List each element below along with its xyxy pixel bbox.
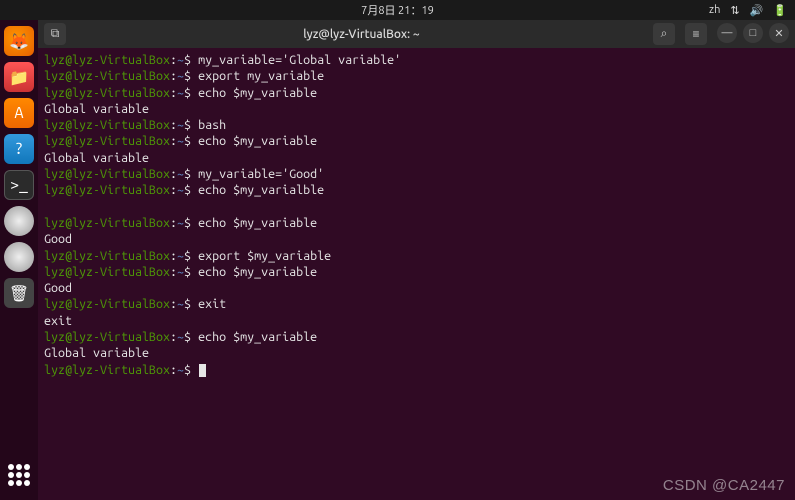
terminal-window: ⧉ lyz@lyz-VirtualBox: ~ ⌕ ≡ — □ ✕ lyz@ly… bbox=[38, 20, 795, 500]
prompt-user: lyz@lyz-VirtualBox bbox=[44, 167, 170, 181]
minimize-button[interactable]: — bbox=[717, 23, 737, 43]
dock: 🦊 📁 A ? >_ 🗑 bbox=[0, 20, 38, 500]
command-text: my_variable='Good' bbox=[198, 167, 324, 181]
search-button[interactable]: ⌕ bbox=[653, 23, 675, 45]
terminal-line: lyz@lyz-VirtualBox:~$ my_variable='Globa… bbox=[44, 52, 789, 68]
terminal-line: lyz@lyz-VirtualBox:~$ bash bbox=[44, 117, 789, 133]
watermark: CSDN @CA2447 bbox=[663, 477, 785, 494]
terminal-line: lyz@lyz-VirtualBox:~$ echo $my_variable bbox=[44, 264, 789, 280]
command-text: export my_variable bbox=[198, 69, 324, 83]
prompt-user: lyz@lyz-VirtualBox bbox=[44, 183, 170, 197]
output-text: Good bbox=[44, 280, 789, 296]
output-text: exit bbox=[44, 313, 789, 329]
command-text: echo $my_variable bbox=[198, 330, 317, 344]
dock-apps-icon[interactable] bbox=[4, 460, 34, 490]
terminal-line: lyz@lyz-VirtualBox:~$ echo $my_varialble bbox=[44, 182, 789, 198]
terminal-line: lyz@lyz-VirtualBox:~$ export my_variable bbox=[44, 68, 789, 84]
prompt-path: ~ bbox=[177, 249, 184, 263]
prompt-user: lyz@lyz-VirtualBox bbox=[44, 297, 170, 311]
prompt-user: lyz@lyz-VirtualBox bbox=[44, 69, 170, 83]
prompt-user: lyz@lyz-VirtualBox bbox=[44, 330, 170, 344]
dock-help-icon[interactable]: ? bbox=[4, 134, 34, 164]
new-tab-button[interactable]: ⧉ bbox=[44, 23, 66, 45]
terminal-line: lyz@lyz-VirtualBox:~$ export $my_variabl… bbox=[44, 248, 789, 264]
close-button[interactable]: ✕ bbox=[769, 23, 789, 43]
prompt-path: ~ bbox=[177, 53, 184, 67]
terminal-line: lyz@lyz-VirtualBox:~$ my_variable='Good' bbox=[44, 166, 789, 182]
menu-button[interactable]: ≡ bbox=[685, 23, 707, 45]
output-text: Good bbox=[44, 231, 789, 247]
command-text: exit bbox=[198, 297, 226, 311]
command-text: bash bbox=[198, 118, 226, 132]
prompt-user: lyz@lyz-VirtualBox bbox=[44, 363, 170, 377]
output-text bbox=[44, 199, 789, 215]
prompt-user: lyz@lyz-VirtualBox bbox=[44, 118, 170, 132]
command-text: echo $my_variable bbox=[198, 134, 317, 148]
command-text: export $my_variable bbox=[198, 249, 331, 263]
input-lang[interactable]: zh bbox=[709, 4, 720, 16]
dock-terminal-icon[interactable]: >_ bbox=[4, 170, 34, 200]
dock-trash-icon[interactable]: 🗑 bbox=[4, 278, 34, 308]
command-text: echo $my_variable bbox=[198, 216, 317, 230]
volume-icon[interactable]: 🔊 bbox=[750, 4, 764, 17]
output-text: Global variable bbox=[44, 101, 789, 117]
terminal-line: lyz@lyz-VirtualBox:~$ bbox=[44, 362, 789, 378]
prompt-path: ~ bbox=[177, 330, 184, 344]
cursor bbox=[199, 364, 206, 377]
prompt-path: ~ bbox=[177, 134, 184, 148]
network-icon[interactable]: ⇅ bbox=[730, 4, 739, 17]
prompt-path: ~ bbox=[177, 69, 184, 83]
terminal-line: lyz@lyz-VirtualBox:~$ exit bbox=[44, 296, 789, 312]
prompt-path: ~ bbox=[177, 86, 184, 100]
prompt-user: lyz@lyz-VirtualBox bbox=[44, 86, 170, 100]
dock-disk-icon[interactable] bbox=[4, 206, 34, 236]
battery-icon[interactable]: 🔋 bbox=[773, 4, 787, 17]
prompt-user: lyz@lyz-VirtualBox bbox=[44, 53, 170, 67]
prompt-path: ~ bbox=[177, 167, 184, 181]
terminal-line: lyz@lyz-VirtualBox:~$ echo $my_variable bbox=[44, 85, 789, 101]
dock-firefox-icon[interactable]: 🦊 bbox=[4, 26, 34, 56]
command-text: my_variable='Global variable' bbox=[198, 53, 401, 67]
terminal-line: lyz@lyz-VirtualBox:~$ echo $my_variable bbox=[44, 133, 789, 149]
dock-files-icon[interactable]: 📁 bbox=[4, 62, 34, 92]
terminal-body[interactable]: lyz@lyz-VirtualBox:~$ my_variable='Globa… bbox=[38, 48, 795, 500]
command-text: echo $my_varialble bbox=[198, 183, 324, 197]
window-title: lyz@lyz-VirtualBox: ~ bbox=[70, 28, 653, 41]
output-text: Global variable bbox=[44, 345, 789, 361]
dock-software-icon[interactable]: A bbox=[4, 98, 34, 128]
system-topbar: 7月8日 21：19 zh ⇅ 🔊 🔋 bbox=[0, 0, 795, 20]
terminal-line: lyz@lyz-VirtualBox:~$ echo $my_variable bbox=[44, 329, 789, 345]
prompt-path: ~ bbox=[177, 118, 184, 132]
command-text: echo $my_variable bbox=[198, 86, 317, 100]
prompt-user: lyz@lyz-VirtualBox bbox=[44, 216, 170, 230]
prompt-path: ~ bbox=[177, 265, 184, 279]
window-titlebar: ⧉ lyz@lyz-VirtualBox: ~ ⌕ ≡ — □ ✕ bbox=[38, 20, 795, 48]
terminal-line: lyz@lyz-VirtualBox:~$ echo $my_variable bbox=[44, 215, 789, 231]
prompt-path: ~ bbox=[177, 216, 184, 230]
prompt-user: lyz@lyz-VirtualBox bbox=[44, 265, 170, 279]
output-text: Global variable bbox=[44, 150, 789, 166]
prompt-path: ~ bbox=[177, 363, 184, 377]
command-text: echo $my_variable bbox=[198, 265, 317, 279]
maximize-button[interactable]: □ bbox=[743, 23, 763, 43]
prompt-user: lyz@lyz-VirtualBox bbox=[44, 134, 170, 148]
prompt-user: lyz@lyz-VirtualBox bbox=[44, 249, 170, 263]
dock-disk-icon[interactable] bbox=[4, 242, 34, 272]
prompt-path: ~ bbox=[177, 297, 184, 311]
prompt-path: ~ bbox=[177, 183, 184, 197]
clock: 7月8日 21：19 bbox=[361, 2, 434, 18]
